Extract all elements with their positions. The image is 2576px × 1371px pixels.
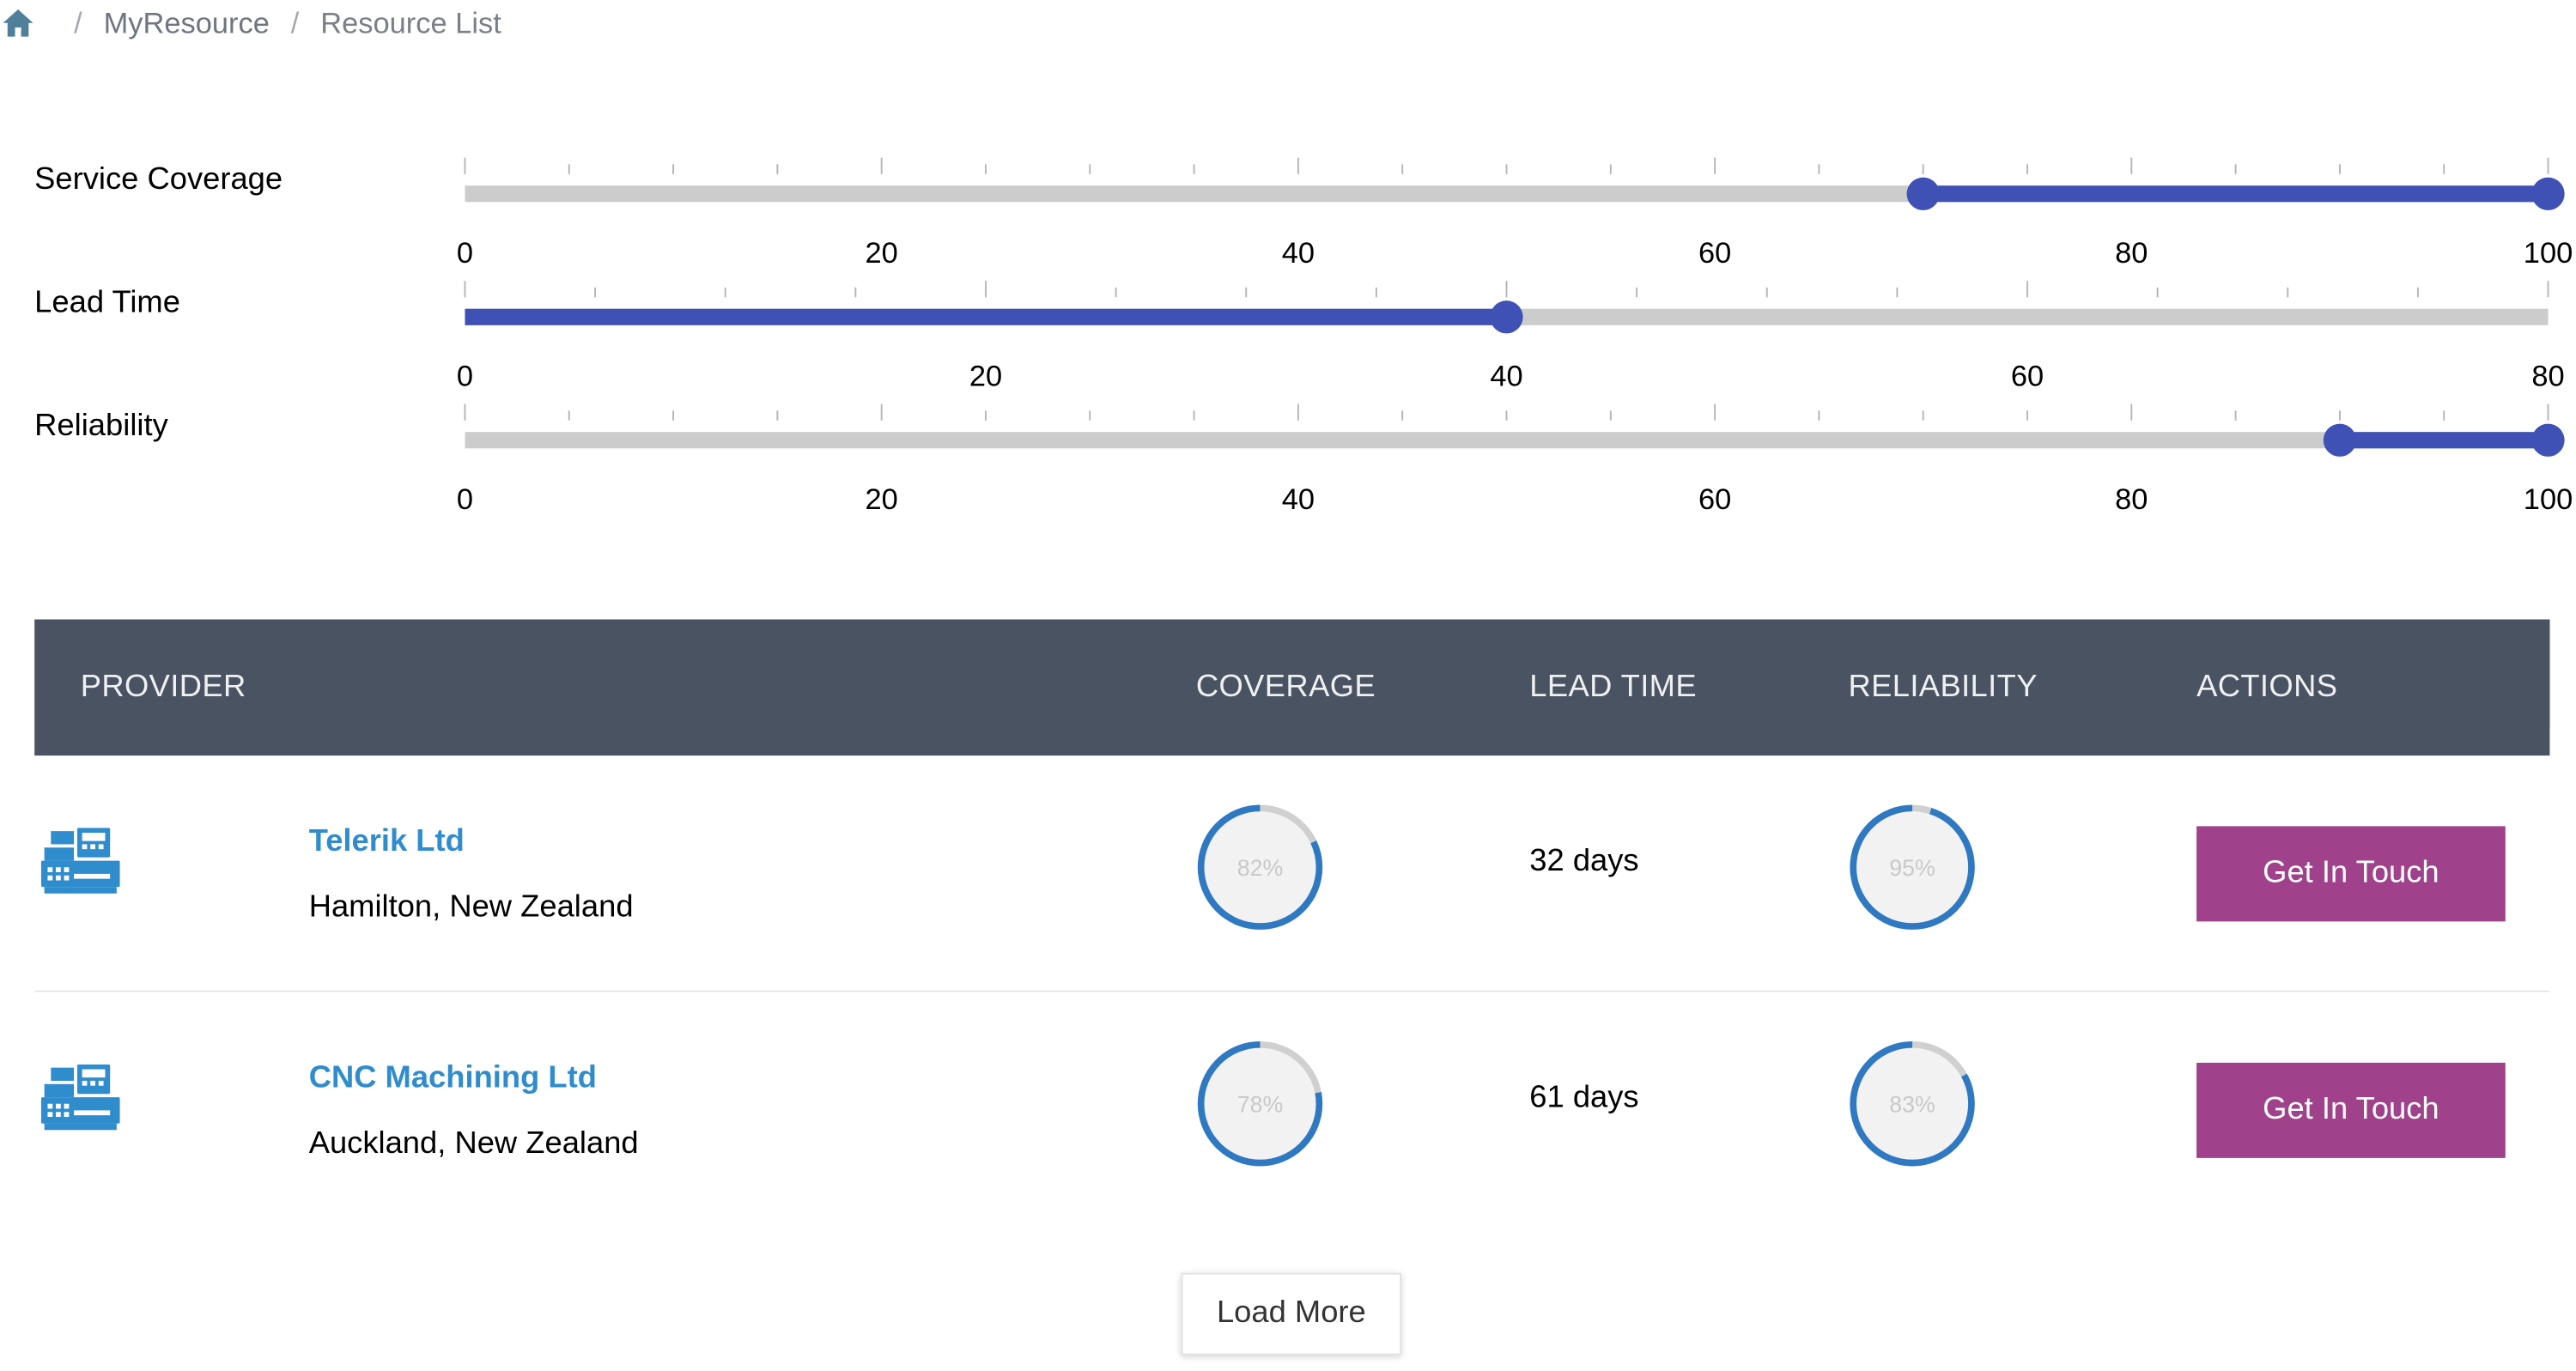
- gauge-label: 82%: [1237, 855, 1284, 881]
- tick-label: 60: [2011, 361, 2044, 393]
- lead-time-value: 32 days: [1529, 844, 1639, 879]
- home-icon[interactable]: [0, 5, 36, 41]
- gauge-label: 83%: [1889, 1091, 1935, 1117]
- header-lead-time[interactable]: LEAD TIME: [1529, 670, 1697, 707]
- tick-label: 40: [1282, 237, 1315, 270]
- provider-location: Auckland, New Zealand: [308, 1126, 639, 1162]
- slider-canvas: 0 20 40 60 80 100: [457, 403, 2573, 516]
- tick-label: 0: [457, 237, 473, 270]
- slider-track: [465, 432, 2549, 449]
- coverage-gauge: 78%: [1197, 1041, 1323, 1167]
- coverage-gauge: 82%: [1197, 804, 1323, 930]
- slider-reliability[interactable]: 0 20 40 60 80 100: [457, 401, 2573, 516]
- filter-label-reliability: Reliability: [34, 409, 168, 444]
- slider-handle-max[interactable]: [2531, 177, 2565, 210]
- breadcrumb-separator: /: [290, 5, 300, 39]
- gauge-label: 95%: [1889, 855, 1935, 881]
- slider-canvas: 0 20 40 60 80: [457, 281, 2565, 393]
- header-actions: ACTIONS: [2196, 670, 2338, 705]
- tick-label: 60: [1698, 237, 1731, 270]
- tick-label: 40: [1490, 361, 1522, 393]
- gauge-label: 78%: [1237, 1091, 1284, 1117]
- tick-label: 20: [866, 483, 898, 516]
- lead-time-value: 61 days: [1529, 1080, 1639, 1116]
- filter-label-service-coverage: Service Coverage: [34, 162, 283, 197]
- cash-register-icon: [40, 828, 120, 894]
- provider-name-link[interactable]: Telerik Ltd: [309, 824, 465, 860]
- tick-label: 40: [1282, 483, 1315, 516]
- breadcrumb: / MyResource / Resource List: [0, 0, 501, 46]
- tick-label: 0: [457, 361, 473, 393]
- slider-lead-time[interactable]: 0 20 40 60 80: [457, 277, 2565, 393]
- tick-label: 80: [2115, 237, 2148, 270]
- load-more-button[interactable]: Load More: [1181, 1272, 1402, 1356]
- tick-label: 20: [969, 361, 1002, 393]
- tick-label: 80: [2531, 361, 2564, 393]
- slider-handle-min[interactable]: [2323, 423, 2357, 457]
- cash-register-icon: [40, 1064, 120, 1131]
- tick-label: 60: [1698, 483, 1731, 516]
- slider-canvas: 0 20 40 60 80 100: [457, 157, 2573, 270]
- reliability-gauge: 83%: [1850, 1041, 1975, 1167]
- tick-label: 100: [2524, 237, 2573, 270]
- table-row: CNC Machining Ltd Auckland, New Zealand …: [34, 992, 2549, 1228]
- slider-handle-max[interactable]: [2531, 423, 2565, 457]
- header-provider[interactable]: PROVIDER: [81, 670, 246, 707]
- get-in-touch-button[interactable]: Get In Touch: [2196, 1062, 2506, 1158]
- tick-label: 100: [2524, 483, 2573, 516]
- header-coverage[interactable]: COVERAGE: [1196, 670, 1376, 707]
- provider-name-link[interactable]: CNC Machining Ltd: [309, 1061, 597, 1097]
- table-row: Telerik Ltd Hamilton, New Zealand 82% 32…: [34, 755, 2550, 992]
- breadcrumb-myresource[interactable]: MyResource: [104, 6, 270, 40]
- slider-handle-max[interactable]: [1490, 300, 1523, 334]
- slider-selection: [1923, 185, 2549, 203]
- slider-handle-min[interactable]: [1906, 177, 1940, 210]
- filter-label-lead-time: Lead Time: [34, 285, 180, 321]
- reliability-gauge: 95%: [1850, 804, 1975, 930]
- resource-list-page: / MyResource / Resource List Service Cov…: [0, 0, 2576, 1370]
- tick-label: 20: [866, 237, 898, 270]
- table-header: PROVIDER COVERAGE LEAD TIME RELIABILITY …: [34, 619, 2550, 756]
- slider-selection: [2339, 432, 2549, 449]
- tick-label: 80: [2115, 483, 2148, 516]
- slider-selection: [465, 308, 1507, 325]
- provider-table: PROVIDER COVERAGE LEAD TIME RELIABILITY …: [34, 619, 2550, 1228]
- provider-location: Hamilton, New Zealand: [308, 890, 634, 925]
- get-in-touch-button[interactable]: Get In Touch: [2196, 826, 2506, 922]
- breadcrumb-separator: /: [74, 5, 82, 39]
- header-reliability[interactable]: RELIABILITY: [1848, 670, 2037, 707]
- slider-service-coverage[interactable]: 0 20 40 60 80 100: [457, 155, 2573, 270]
- tick-label: 0: [457, 483, 473, 516]
- breadcrumb-resource-list: Resource List: [320, 5, 501, 39]
